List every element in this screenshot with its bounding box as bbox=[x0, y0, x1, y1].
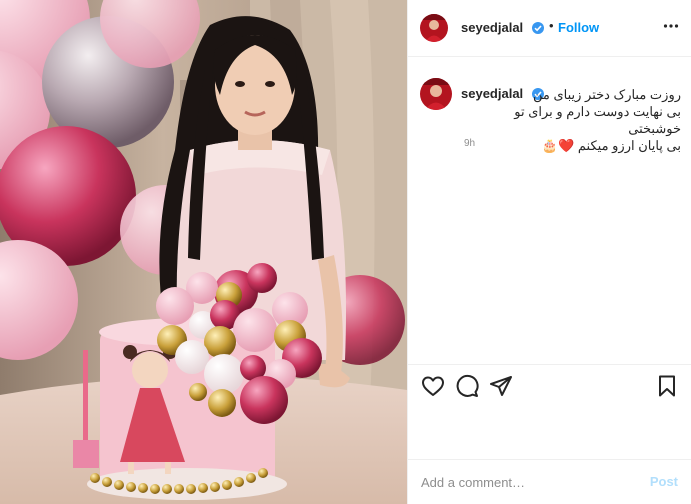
heart-icon[interactable] bbox=[421, 374, 445, 398]
share-icon[interactable] bbox=[489, 374, 513, 398]
follow-button[interactable]: Follow bbox=[558, 20, 599, 35]
post-header: seyedjalal • Follow bbox=[408, 0, 691, 57]
avatar[interactable] bbox=[420, 78, 452, 110]
post-side-panel: seyedjalal • Follow seyedjalal روزت مبار… bbox=[407, 0, 691, 504]
action-bar bbox=[408, 364, 691, 404]
verified-badge-icon bbox=[532, 22, 544, 34]
post-comment-button[interactable]: Post bbox=[650, 474, 678, 489]
post-dialog: seyedjalal • Follow seyedjalal روزت مبار… bbox=[0, 0, 691, 504]
post-photo[interactable] bbox=[0, 0, 407, 504]
bookmark-icon[interactable] bbox=[655, 374, 679, 398]
post-timestamp[interactable]: 9h bbox=[464, 138, 475, 149]
caption-text: روزت مبارک دختر زیبای من بی نهایت دوست د… bbox=[514, 87, 681, 153]
separator-dot: • bbox=[549, 18, 554, 33]
more-horizontal-icon[interactable] bbox=[663, 18, 679, 34]
comment-input[interactable] bbox=[421, 469, 641, 495]
username-link[interactable]: seyedjalal bbox=[461, 20, 523, 35]
add-comment-bar: Post bbox=[408, 459, 691, 504]
comment-icon[interactable] bbox=[455, 374, 479, 398]
avatar[interactable] bbox=[420, 14, 448, 42]
